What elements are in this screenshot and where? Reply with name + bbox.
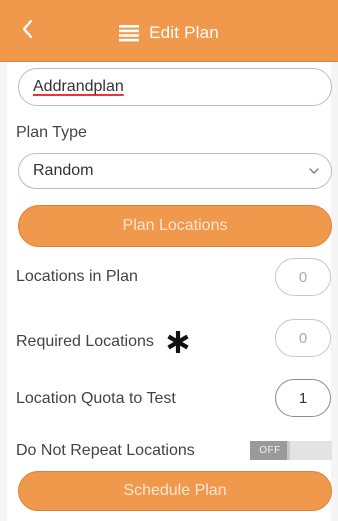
required-locations-row: Required Locations: [16, 330, 190, 354]
location-quota-label: Location Quota to Test: [16, 390, 176, 407]
locations-in-plan-count: 0: [275, 258, 331, 296]
locations-in-plan-label: Locations in Plan: [16, 268, 138, 285]
schedule-plan-button[interactable]: Schedule Plan: [18, 471, 332, 511]
plan-form: Addrandplan Plan Type Random Plan Locati…: [7, 62, 332, 521]
required-locations-count: 0: [275, 319, 331, 357]
toggle-state: OFF: [250, 441, 290, 460]
list-icon: [119, 25, 140, 42]
do-not-repeat-toggle[interactable]: OFF: [250, 441, 332, 460]
plan-locations-button[interactable]: Plan Locations: [18, 205, 332, 247]
asterisk-icon: [167, 331, 189, 353]
required-locations-label: Required Locations: [16, 333, 154, 350]
plan-name-value: Addrandplan: [33, 78, 124, 95]
chevron-down-icon: [309, 168, 319, 174]
plan-type-select[interactable]: Random: [18, 153, 332, 189]
plan-type-label: Plan Type: [16, 124, 87, 141]
location-quota-input[interactable]: 1: [275, 379, 331, 417]
page-title: Edit Plan: [149, 23, 219, 42]
do-not-repeat-label: Do Not Repeat Locations: [16, 442, 195, 459]
header-title-group: Edit Plan: [0, 20, 338, 46]
plan-name-input[interactable]: Addrandplan: [18, 68, 332, 106]
plan-type-value: Random: [33, 162, 94, 179]
app-header: Edit Plan: [0, 0, 338, 62]
